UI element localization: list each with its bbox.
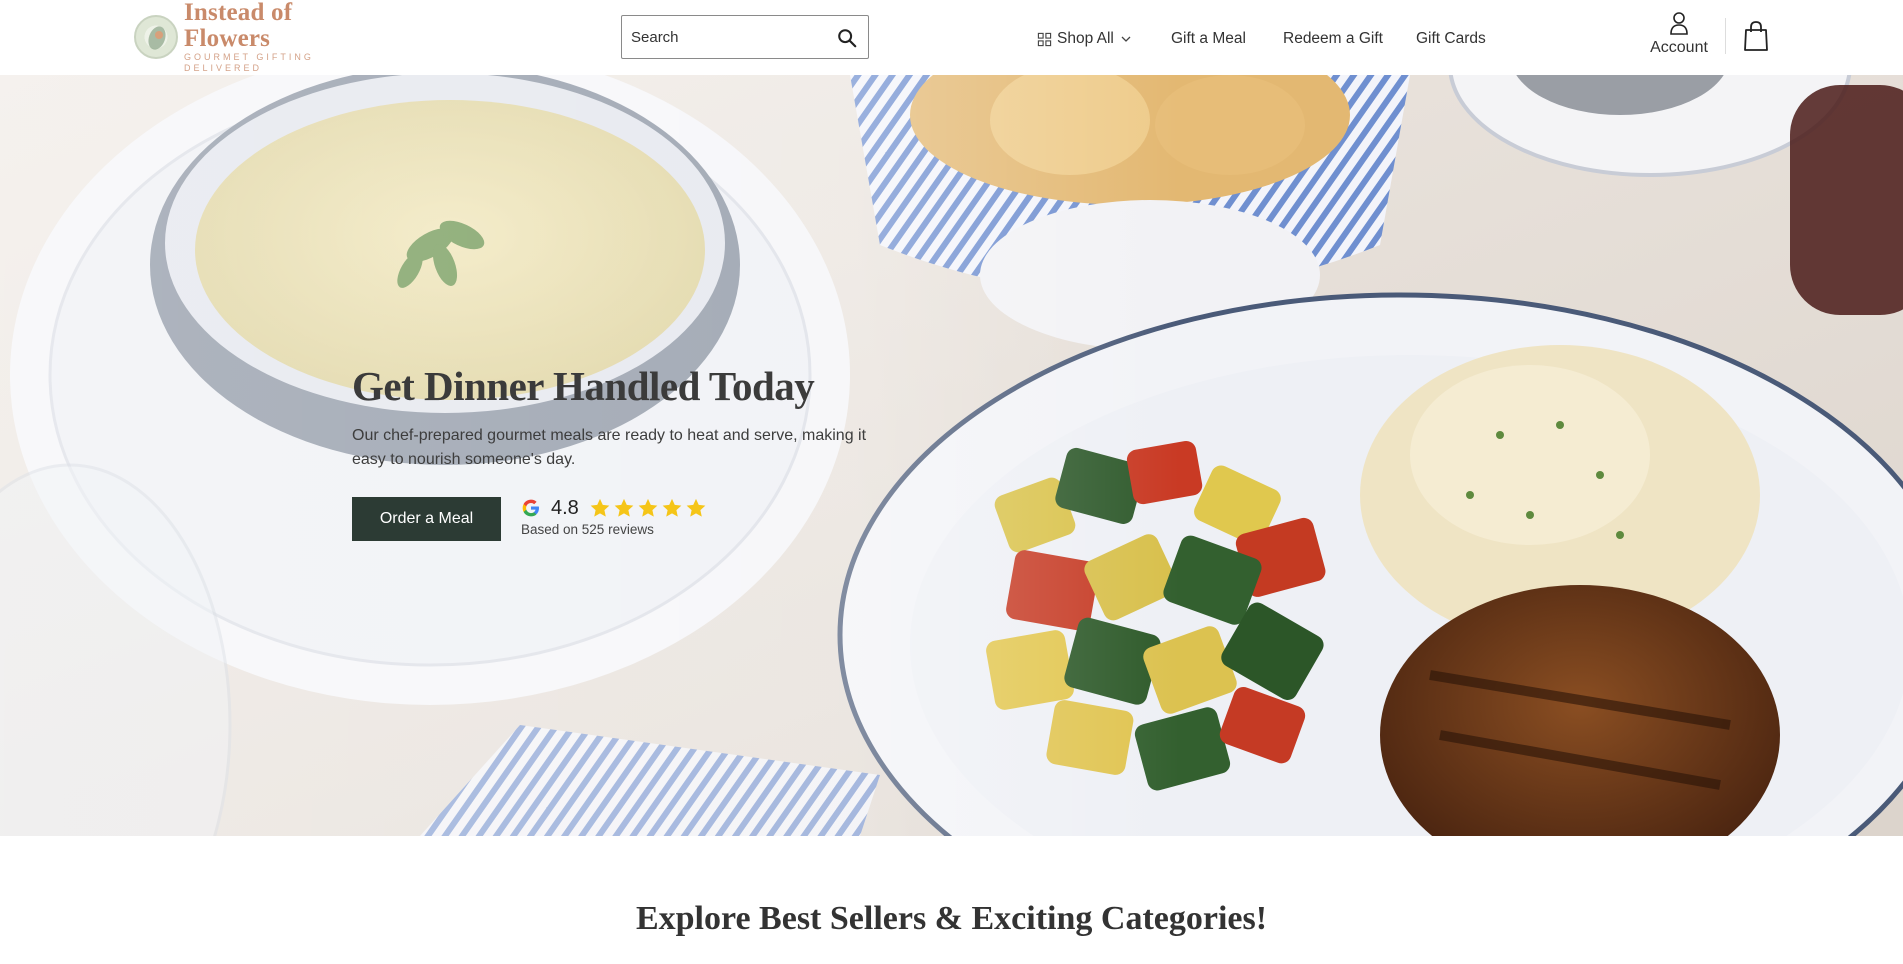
user-icon [1670, 12, 1688, 35]
nav-shop-all-label: Shop All [1057, 30, 1114, 47]
star-icon [686, 498, 706, 517]
hero-actions: Order a Meal 4.8 Based on 525 reviews [352, 497, 912, 541]
order-a-meal-button[interactable]: Order a Meal [352, 497, 501, 541]
hero-scrim [0, 75, 1903, 836]
search-icon[interactable] [836, 27, 858, 49]
rating-summary: 4.8 [521, 497, 709, 519]
search-input[interactable] [622, 22, 822, 52]
hero-title: Get Dinner Handled Today [352, 363, 815, 409]
google-g-icon [522, 499, 539, 517]
logo-text: Instead of Flowers GOURMET GIFTING DELIV… [184, 0, 374, 74]
rating-score: 4.8 [551, 496, 579, 519]
nav-shop-all[interactable]: Shop All [1037, 28, 1132, 50]
nav-gift-cards[interactable]: Gift Cards [1416, 28, 1486, 50]
brand-logo[interactable]: Instead of Flowers GOURMET GIFTING DELIV… [134, 0, 374, 73]
review-count: Based on 525 reviews [521, 522, 654, 537]
grid-icon [1037, 32, 1052, 46]
logo-emblem-icon [134, 15, 178, 59]
chevron-down-icon [1121, 36, 1131, 42]
shopping-bag-icon [1744, 21, 1768, 51]
star-icon [662, 498, 682, 517]
search-box [621, 15, 869, 59]
hero-content: Get Dinner Handled Today Our chef-prepar… [352, 360, 912, 541]
nav-gift-a-meal[interactable]: Gift a Meal [1171, 28, 1246, 50]
star-rating [589, 497, 709, 519]
cart-button[interactable] [1742, 20, 1770, 52]
site-header: Instead of Flowers GOURMET GIFTING DELIV… [0, 0, 1903, 75]
hero-banner: Get Dinner Handled Today Our chef-prepar… [0, 75, 1903, 836]
account-label: Account [1650, 39, 1708, 56]
star-icon [638, 498, 658, 517]
brand-tagline: GOURMET GIFTING DELIVERED [184, 52, 314, 73]
star-icon [590, 498, 610, 517]
hero-subtitle: Our chef-prepared gourmet meals are read… [352, 427, 867, 468]
header-divider [1725, 18, 1726, 54]
nav-redeem-a-gift[interactable]: Redeem a Gift [1283, 28, 1383, 50]
star-icon [614, 498, 634, 517]
google-rating[interactable]: 4.8 Based on 525 reviews [521, 497, 709, 537]
section-title: Explore Best Sellers & Exciting Categori… [635, 900, 1268, 937]
account-link[interactable]: Account [1646, 10, 1712, 62]
brand-name: Instead of Flowers [184, 0, 293, 52]
